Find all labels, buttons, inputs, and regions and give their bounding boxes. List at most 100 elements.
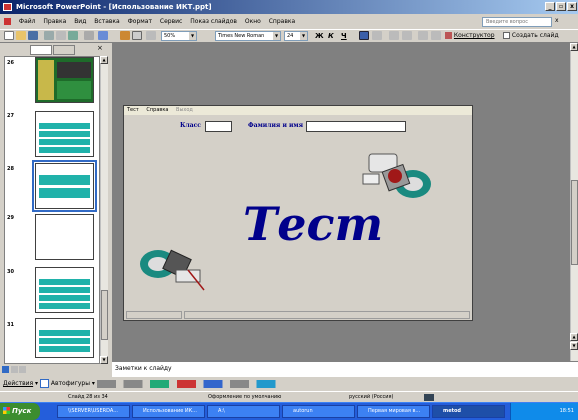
slideshow-view-icon[interactable] [19,366,27,373]
insert-table-icon[interactable] [132,31,142,40]
drawing-toolbar: Действия ▾ Автофигуры ▾ [0,377,578,391]
test-title: Тест [243,197,384,251]
open-icon[interactable] [16,31,26,40]
name-input[interactable] [306,121,406,132]
teal-bar [39,338,90,344]
slide-number: 26 [7,60,14,66]
grid-icon[interactable] [146,31,156,40]
font-grow-icon[interactable] [418,31,428,40]
numbered-list-icon[interactable] [389,31,399,40]
tab-slides[interactable] [30,45,52,55]
teal-bar [39,139,90,145]
menu-file[interactable]: Файл [19,18,36,25]
chevron-down-icon: ▼ [273,32,280,40]
scroll-thumb[interactable] [571,180,578,265]
teal-bar [39,303,90,309]
select-pointer-icon[interactable] [39,379,49,388]
zoom-value: 50% [164,33,176,39]
sorter-view-icon[interactable] [10,366,18,373]
teal-bar [39,346,90,352]
test-status-panel [126,311,182,319]
bold-button[interactable]: Ж [315,30,324,42]
slide-number: 28 [7,166,14,172]
slide-thumbnail[interactable] [35,111,94,157]
doc-close-icon[interactable]: x [555,17,559,24]
font-select[interactable]: Times New Roman ▼ [215,31,281,41]
slide-thumbnail[interactable] [35,163,94,209]
menu-help[interactable]: Справка [269,18,295,25]
new-slide-button[interactable]: Создать слайд [503,31,559,41]
save-icon[interactable] [28,31,38,40]
align-left-icon[interactable] [359,31,369,40]
insert-chart-icon[interactable] [120,31,130,40]
scroll-up-icon[interactable]: ▲ [100,56,108,64]
menu-exit[interactable]: Выход [176,107,193,113]
slide-thumbnail[interactable] [35,57,94,103]
menu-insert[interactable]: Вставка [94,18,119,25]
class-input[interactable] [205,121,232,132]
preview-icon[interactable] [56,31,66,40]
drawing-tools[interactable] [96,379,287,388]
slide-number: 27 [7,113,14,119]
tab-outline[interactable] [53,45,75,55]
taskbar-item[interactable]: A:\ [207,405,280,418]
new-slide-label: Создать слайд [511,32,559,39]
bulleted-list-icon[interactable] [402,31,412,40]
menu-window[interactable]: Окно [245,18,261,25]
format-painter-icon[interactable] [84,31,94,40]
teal-bar [39,188,90,198]
italic-button[interactable]: К [328,30,334,42]
taskbar-item-active[interactable]: metod [432,405,505,418]
menu-test[interactable]: Тест [127,107,139,113]
menu-help[interactable]: Справка [146,107,168,113]
menu-format[interactable]: Формат [128,18,152,25]
slide-thumbnail[interactable] [35,318,94,358]
menu-slideshow[interactable]: Показ слайдов [190,18,237,25]
autoshapes-menu[interactable]: Автофигуры [51,380,90,387]
menu-view[interactable]: Вид [74,18,86,25]
chevron-down-icon: ▼ [189,32,196,40]
undo-icon[interactable] [98,31,108,40]
help-search-input[interactable]: Введите вопрос [482,17,552,27]
font-size-select[interactable]: 24 ▼ [284,31,308,41]
taskbar-item[interactable]: Первая мировая в... [357,405,430,418]
indent-icon[interactable] [431,31,441,40]
menu-edit[interactable]: Правка [43,18,66,25]
font-value: Times New Roman [218,33,265,39]
view-buttons[interactable] [2,366,30,376]
teal-bar [39,330,90,336]
pane-close-icon[interactable]: × [97,44,103,52]
slide-thumbnail[interactable] [35,267,94,313]
windows-logo-icon [3,407,10,414]
menu-tools[interactable]: Сервис [160,18,182,25]
powerpoint-app-icon[interactable] [3,3,12,11]
teal-bar [39,295,90,301]
new-icon[interactable] [4,31,14,40]
taskbar-item[interactable]: \\SERVER\USERDA... [57,405,130,418]
slide-number: 29 [7,215,14,221]
minimize-button[interactable]: _ [545,2,555,11]
document-icon[interactable] [4,18,11,25]
align-center-icon[interactable] [372,31,382,40]
taskbar-item[interactable]: autorun [282,405,355,418]
scroll-thumb[interactable] [101,290,108,340]
scroll-down-icon[interactable]: ▼ [100,356,108,364]
scroll-up-icon[interactable]: ▲ [570,43,578,51]
taskbar-item[interactable]: Использование ИК... [132,405,205,418]
notes-pane[interactable]: Заметки к слайду [112,361,578,377]
print-icon[interactable] [44,31,54,40]
normal-view-icon[interactable] [2,366,9,373]
actions-menu[interactable]: Действия [3,380,33,387]
spelling-icon[interactable] [68,31,78,40]
maximize-button[interactable]: ▫ [556,2,566,11]
zoom-select[interactable]: 50% ▼ [161,31,197,41]
design-button[interactable]: Конструктор [445,31,495,41]
design-label: Конструктор [453,32,495,39]
underline-button[interactable]: Ч [341,30,347,42]
next-slide-icon[interactable]: ▼ [570,342,578,350]
close-button[interactable]: x [567,2,577,11]
prev-slide-icon[interactable]: ▲ [570,333,578,341]
status-bar: Слайд 28 из 34 Оформление по умолчанию р… [0,391,578,402]
title-bar: Microsoft PowerPoint - [Использование ИК… [0,0,578,14]
slide-thumbnail[interactable] [35,214,94,260]
